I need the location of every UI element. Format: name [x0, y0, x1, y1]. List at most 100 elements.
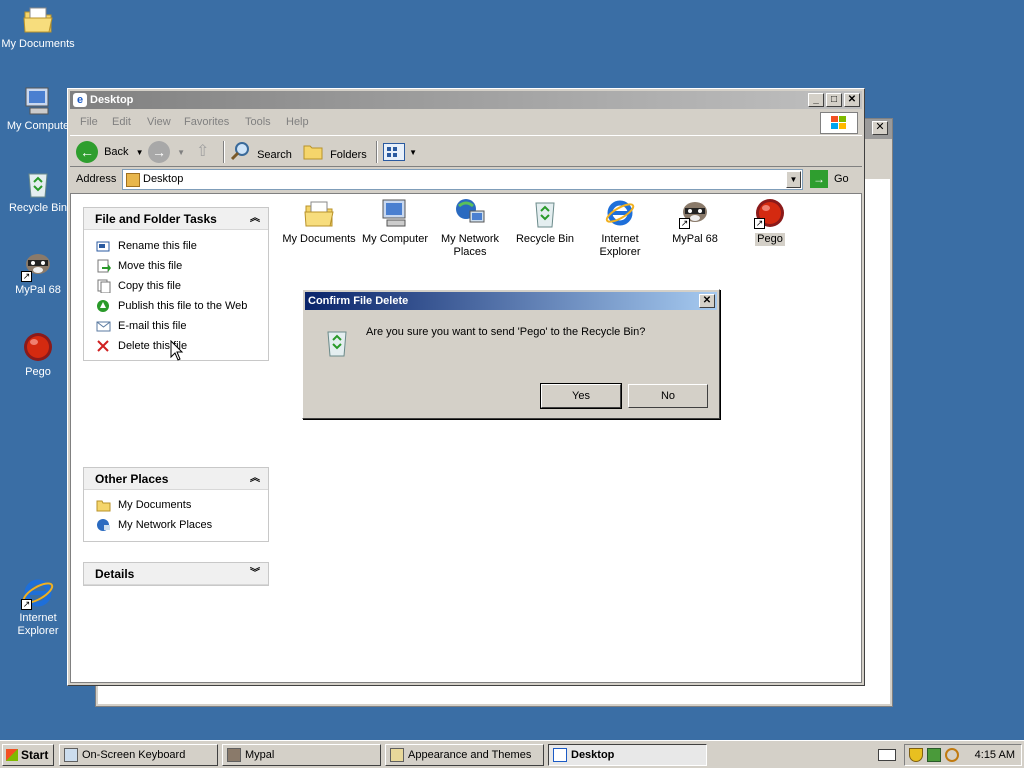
file-folder-tasks-panel: File and Folder Tasks ︽ Rename this file… [83, 207, 269, 361]
dialog-titlebar[interactable]: Confirm File Delete ✕ [305, 292, 717, 310]
item-pego[interactable]: ↗ Pego [731, 197, 809, 246]
task-label: Move this file [118, 260, 183, 272]
dialog-title: Confirm File Delete [308, 295, 409, 307]
desktop-icon-internet-explorer[interactable]: ↗ Internet Explorer [0, 576, 76, 638]
address-bar: Address Desktop ▼ → Go [70, 169, 862, 191]
taskbar-item-appearance-themes[interactable]: Appearance and Themes [385, 744, 544, 766]
menu-tools[interactable]: Tools [245, 116, 271, 128]
globe-icon [96, 299, 111, 313]
views-icon [383, 143, 405, 162]
recycle-bin-icon [321, 326, 353, 358]
shortcut-arrow-icon: ↗ [21, 271, 32, 282]
maximize-button[interactable]: □ [826, 93, 842, 107]
place-my-documents[interactable]: My Documents [84, 495, 268, 515]
taskbar-item-desktop[interactable]: Desktop [548, 744, 707, 766]
menu-favorites[interactable]: Favorites [184, 116, 229, 128]
task-email-file[interactable]: E-mail this file [84, 316, 268, 336]
menu-file[interactable]: File [80, 116, 98, 128]
desktop-icon-label: My Documents [1, 38, 75, 50]
windows-logo-icon [820, 112, 858, 134]
item-my-documents[interactable]: My Documents [280, 197, 358, 246]
yes-button[interactable]: Yes [540, 383, 622, 409]
taskbar-item-mypal[interactable]: Mypal [222, 744, 381, 766]
item-my-network-places[interactable]: My Network Places [431, 197, 509, 259]
explorer-icon [553, 748, 567, 762]
menu-view[interactable]: View [147, 116, 171, 128]
no-button[interactable]: No [628, 384, 708, 408]
up-folder-button[interactable]: ⇧ [196, 141, 216, 163]
dialog-close-button[interactable]: ✕ [699, 294, 715, 308]
address-dropdown-button[interactable]: ▼ [786, 171, 801, 188]
task-move-file[interactable]: Move this file [84, 256, 268, 276]
address-input[interactable]: Desktop ▼ [122, 169, 803, 190]
desktop-icon-mypal[interactable]: ↗ MyPal 68 [0, 248, 76, 297]
close-button[interactable]: ✕ [844, 93, 860, 107]
desktop-icon-pego[interactable]: Pego [0, 330, 76, 379]
collapse-icon[interactable]: ︽ [250, 208, 260, 230]
place-label: My Documents [118, 499, 192, 511]
folders-button[interactable]: Folders [302, 141, 367, 163]
window-titlebar[interactable]: e Desktop _ □ ✕ [70, 91, 862, 109]
go-button[interactable]: → Go [810, 169, 849, 190]
keyboard-tray-icon[interactable] [878, 749, 896, 761]
search-button[interactable]: Search [230, 141, 292, 163]
forward-arrow-icon: → [148, 141, 170, 164]
other-places-panel: Other Places ︽ My Documents My Network P… [83, 467, 269, 542]
red-ball-icon [21, 330, 55, 364]
chevron-down-icon: ▼ [409, 148, 417, 157]
desktop-icon-my-documents[interactable]: My Documents [0, 2, 76, 51]
task-copy-file[interactable]: Copy this file [84, 276, 268, 296]
network-icon [96, 518, 111, 532]
folder-icon [303, 197, 335, 229]
toolbar-separator [376, 141, 378, 163]
delete-x-icon [96, 339, 111, 353]
task-rename-file[interactable]: Rename this file [84, 236, 268, 256]
shortcut-arrow-icon: ↗ [21, 599, 32, 610]
place-my-network[interactable]: My Network Places [84, 515, 268, 535]
desktop-icon-recycle-bin[interactable]: Recycle Bin [0, 166, 76, 215]
back-arrow-icon: ← [76, 141, 98, 164]
item-mypal[interactable]: ↗ MyPal 68 [656, 197, 734, 246]
folders-icon [302, 141, 324, 169]
security-shield-icon[interactable] [909, 748, 923, 762]
address-value: Desktop [143, 173, 184, 185]
item-my-computer[interactable]: My Computer [356, 197, 434, 246]
item-recycle-bin[interactable]: Recycle Bin [506, 197, 584, 246]
computer-icon [21, 84, 55, 118]
confirm-delete-dialog[interactable]: Confirm File Delete ✕ Are you sure you w… [302, 289, 720, 419]
other-places-header[interactable]: Other Places ︽ [84, 468, 268, 490]
expand-icon[interactable]: ︾ [250, 563, 260, 585]
folders-label: Folders [330, 148, 367, 161]
control-panel-icon [390, 748, 404, 762]
item-internet-explorer[interactable]: Internet Explorer [581, 197, 659, 259]
move-icon [96, 259, 111, 273]
collapse-icon[interactable]: ︽ [250, 468, 260, 490]
shortcut-arrow-icon: ↗ [754, 218, 765, 229]
toolbar: ← Back ▼ → ▼ ⇧ Search Folders ▼ [70, 135, 862, 167]
details-header[interactable]: Details ︾ [84, 563, 268, 585]
background-close-button[interactable]: ✕ [872, 121, 888, 135]
chevron-down-icon: ▼ [135, 148, 144, 157]
task-publish-web[interactable]: Publish this file to the Web [84, 296, 268, 316]
network-tray-icon[interactable] [927, 748, 941, 762]
item-label: MyPal 68 [672, 233, 718, 245]
desktop-icon-label: Pego [25, 366, 51, 378]
item-label: Pego [755, 233, 785, 246]
taskbar-item-onscreen-keyboard[interactable]: On-Screen Keyboard [59, 744, 218, 766]
views-button[interactable]: ▼ [383, 141, 417, 163]
rename-icon [96, 239, 111, 253]
menu-edit[interactable]: Edit [112, 116, 131, 128]
folder-view[interactable]: File and Folder Tasks ︽ Rename this file… [70, 193, 862, 683]
file-folder-tasks-header[interactable]: File and Folder Tasks ︽ [84, 208, 268, 230]
clock: 4:15 AM [974, 749, 1015, 761]
recycle-bin-icon [21, 166, 55, 200]
start-button[interactable]: Start [2, 744, 54, 766]
minimize-button[interactable]: _ [808, 93, 824, 107]
back-button[interactable]: ← Back ▼ [76, 141, 144, 164]
desktop-icon-my-computer[interactable]: My Compute [0, 84, 76, 133]
up-folder-icon: ⇧ [196, 143, 210, 160]
forward-button[interactable]: → ▼ [148, 141, 185, 164]
search-tray-icon[interactable] [945, 748, 959, 762]
menu-help[interactable]: Help [286, 116, 309, 128]
shortcut-arrow-icon: ↗ [679, 218, 690, 229]
